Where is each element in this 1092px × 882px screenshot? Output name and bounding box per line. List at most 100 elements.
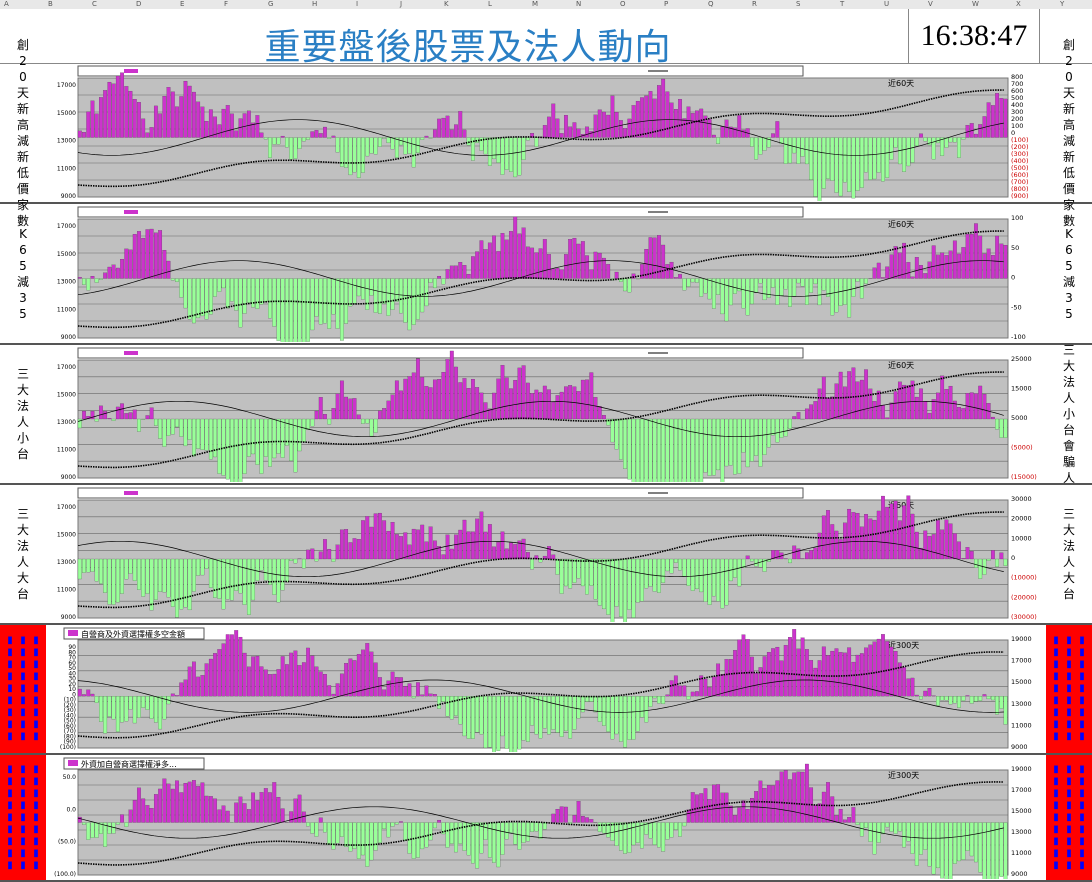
- column-header-e[interactable]: E: [180, 0, 184, 9]
- bar: [306, 278, 310, 342]
- column-header-s[interactable]: S: [796, 0, 800, 9]
- column-header-l[interactable]: L: [488, 0, 492, 9]
- left-tick-label: 9000: [61, 334, 76, 341]
- chart-row-5: ▮ ▮ ▮ ▮ ▮ ▮ ▮ ▮ ▮ ▮ ▮ ▮ ▮ ▮ ▮ ▮ ▮ ▮ ▮ ▮ ▮ ▮ ▮ ▮ ▮ ▮ ▮ ▮ ▮ ▮ ▮ ▮ ▮ ▮ ▮ ▮ ▮ ▮ ▮ ▮…: [0, 625, 1092, 755]
- bar: [978, 235, 983, 279]
- label-char: 人: [1062, 391, 1075, 405]
- bar: [576, 243, 581, 279]
- bar: [665, 558, 670, 572]
- column-header-b[interactable]: B: [48, 0, 53, 9]
- bar: [927, 137, 932, 146]
- bar: [192, 780, 196, 823]
- bar: [779, 418, 784, 438]
- bar: [297, 278, 302, 342]
- column-header-p[interactable]: P: [664, 0, 668, 9]
- column-header-o[interactable]: O: [620, 0, 626, 9]
- bar: [411, 822, 416, 859]
- bar: [251, 792, 256, 823]
- label-char: 法: [1062, 375, 1075, 389]
- bar: [724, 659, 729, 697]
- right-tick-label: 17000: [1011, 786, 1032, 794]
- column-header-w[interactable]: W: [972, 0, 979, 9]
- bar: [445, 359, 450, 420]
- column-header-q[interactable]: Q: [708, 0, 714, 9]
- bar: [94, 418, 99, 422]
- bar: [957, 253, 961, 279]
- bar: [889, 137, 894, 160]
- bar: [487, 822, 492, 858]
- bar: [77, 130, 82, 138]
- bar: [175, 418, 179, 428]
- column-header-y[interactable]: Y: [1060, 0, 1064, 9]
- bar: [513, 544, 518, 560]
- bar: [90, 100, 95, 138]
- bar: [187, 558, 192, 611]
- bar: [234, 418, 239, 482]
- bar: [961, 408, 966, 420]
- bar: [564, 806, 568, 823]
- bar: [99, 405, 103, 420]
- bar: [344, 278, 349, 324]
- bar: [107, 418, 112, 420]
- bar: [851, 512, 856, 560]
- bar: [876, 510, 881, 560]
- bar: [339, 673, 344, 697]
- label-char: 減: [1062, 274, 1075, 289]
- bar: [373, 418, 378, 433]
- column-header-k[interactable]: K: [444, 0, 449, 9]
- bar: [830, 650, 835, 697]
- label-char: 新: [16, 149, 29, 164]
- bar: [204, 795, 209, 823]
- column-header-v[interactable]: V: [928, 0, 933, 9]
- bar: [881, 495, 885, 560]
- bar: [124, 248, 129, 279]
- bar: [838, 371, 843, 420]
- bar: [559, 133, 564, 138]
- bar: [424, 685, 429, 697]
- column-header-d[interactable]: D: [136, 0, 141, 9]
- bar: [580, 816, 585, 823]
- column-header-r[interactable]: R: [752, 0, 757, 9]
- bar: [99, 97, 103, 138]
- column-header-g[interactable]: G: [268, 0, 273, 9]
- bar: [306, 647, 310, 697]
- column-header-x[interactable]: X: [1016, 0, 1021, 9]
- bar: [644, 418, 649, 482]
- bar: [851, 367, 856, 420]
- bar: [999, 822, 1004, 877]
- bar: [830, 278, 835, 316]
- column-header-c[interactable]: C: [92, 0, 97, 9]
- bar: [576, 696, 581, 719]
- bar: [420, 524, 425, 560]
- bar: [301, 662, 306, 697]
- bar: [90, 276, 95, 279]
- bar: [111, 558, 116, 605]
- column-header-m[interactable]: M: [532, 0, 538, 9]
- bar: [733, 278, 737, 294]
- column-header-j[interactable]: J: [400, 0, 402, 9]
- bar: [149, 127, 154, 138]
- column-header-u[interactable]: U: [884, 0, 889, 9]
- bar: [804, 763, 809, 823]
- bar: [170, 788, 175, 823]
- column-header-i[interactable]: I: [356, 0, 358, 9]
- left-tick-label: (100.0): [54, 871, 76, 878]
- column-header-t[interactable]: T: [840, 0, 844, 9]
- column-header-a[interactable]: A: [4, 0, 9, 9]
- label-char: 會: [1062, 439, 1075, 453]
- bar: [635, 278, 640, 280]
- bar: [145, 415, 150, 420]
- column-header-h[interactable]: H: [312, 0, 317, 9]
- bar: [745, 278, 750, 316]
- bar: [208, 658, 213, 697]
- column-header-f[interactable]: F: [224, 0, 228, 9]
- bar: [957, 137, 961, 158]
- bar: [741, 800, 746, 823]
- bar: [492, 235, 496, 279]
- right-tick-label: 0: [1011, 274, 1015, 282]
- right-row-label: 創20天新高減新低價家數: [1046, 38, 1092, 228]
- column-header-n[interactable]: N: [576, 0, 581, 9]
- left-row-label: ▮ ▮ ▮ ▮ ▮ ▮ ▮ ▮ ▮ ▮ ▮ ▮ ▮ ▮ ▮ ▮ ▮ ▮ ▮ ▮ ▮ ▮ ▮ ▮ ▮ ▮ ▮: [0, 625, 46, 753]
- bar: [678, 822, 682, 837]
- bar: [1003, 245, 1008, 279]
